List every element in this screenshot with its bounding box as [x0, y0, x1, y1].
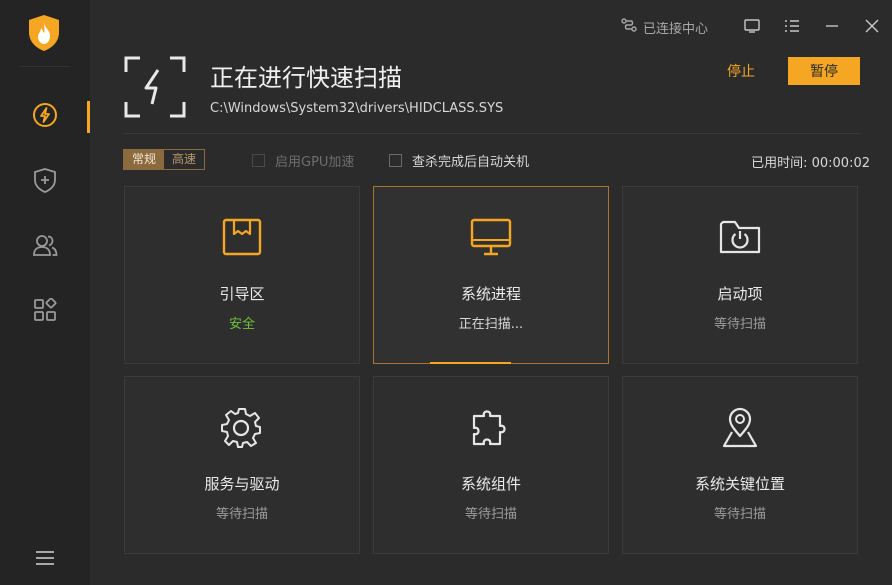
flame-shield-icon — [26, 14, 62, 52]
scan-title: 正在进行快速扫描 — [210, 64, 402, 92]
scan-card-name: 启动项 — [717, 285, 763, 303]
elapsed-time-label: 已用时间: — [751, 156, 808, 171]
scan-card-status: 等待扫描 — [215, 507, 268, 522]
lightning-icon — [32, 102, 58, 132]
sidebar-divider — [20, 66, 70, 67]
scan-card-name: 引导区 — [219, 285, 265, 303]
elapsed-time: 已用时间: 00:00:02 — [751, 152, 870, 171]
shield-plus-icon — [33, 167, 57, 197]
menu-list-button[interactable] — [772, 0, 812, 54]
hamburger-menu-icon — [35, 550, 55, 570]
scan-card-name: 系统关键位置 — [694, 475, 785, 493]
startup-folder-icon — [718, 215, 762, 259]
elapsed-time-value: 00:00:02 — [811, 156, 870, 171]
close-icon — [865, 18, 879, 37]
scan-card-services-drivers[interactable]: 服务与驱动 等待扫描 — [124, 376, 360, 554]
sidebar-item-quick-scan[interactable] — [0, 97, 90, 137]
minimize-icon — [825, 18, 839, 37]
title-bar: 已连接中心 — [621, 0, 892, 54]
scan-progress-track — [374, 362, 608, 364]
main-panel: 已连接中心 正在进行快速扫描 C:\Windows\System32\drive… — [90, 0, 892, 585]
mode-fast-option[interactable]: 高速 — [164, 150, 204, 169]
scan-card-status: 安全 — [228, 317, 255, 332]
gpu-accel-checkbox[interactable] — [252, 154, 265, 167]
gpu-accel-option[interactable]: 启用GPU加速 — [252, 151, 354, 170]
auto-shutdown-checkbox[interactable] — [389, 154, 402, 167]
apps-grid-icon — [33, 297, 57, 326]
scan-card-boot-sector[interactable]: 引导区 安全 — [124, 186, 360, 364]
list-menu-icon — [784, 18, 800, 37]
monitor-message-icon — [744, 18, 760, 37]
main-menu-button[interactable] — [0, 540, 90, 580]
auto-shutdown-label: 查杀完成后自动关机 — [412, 155, 530, 170]
gear-icon — [220, 405, 264, 449]
sidebar — [0, 0, 90, 585]
mode-normal-option[interactable]: 常规 — [124, 150, 165, 169]
scan-card-startup[interactable]: 启动项 等待扫描 — [622, 186, 858, 364]
stop-button[interactable]: 停止 — [716, 57, 766, 85]
scan-card-name: 服务与驱动 — [204, 475, 280, 493]
link-icon — [621, 18, 637, 36]
auto-shutdown-option[interactable]: 查杀完成后自动关机 — [389, 151, 529, 170]
pause-button[interactable]: 暂停 — [788, 57, 860, 85]
scan-mode-toggle: 常规 高速 — [123, 149, 206, 170]
scan-card-status: 等待扫描 — [713, 317, 766, 332]
scan-card-status: 正在扫描... — [458, 317, 524, 332]
location-pin-icon — [718, 405, 762, 449]
close-button[interactable] — [852, 0, 892, 54]
puzzle-icon — [469, 405, 513, 449]
scan-card-status: 等待扫描 — [713, 507, 766, 522]
scan-frame-icon — [124, 56, 186, 118]
scan-card-system-components[interactable]: 系统组件 等待扫描 — [373, 376, 609, 554]
users-icon — [32, 233, 58, 261]
scan-progress-fill — [430, 362, 511, 364]
connect-center-link[interactable]: 已连接中心 — [621, 18, 708, 37]
sidebar-item-protection[interactable] — [0, 162, 90, 202]
scan-card-status: 等待扫描 — [464, 507, 517, 522]
scan-card-key-locations[interactable]: 系统关键位置 等待扫描 — [622, 376, 858, 554]
minimize-button[interactable] — [812, 0, 852, 54]
scan-card-system-process[interactable]: 系统进程 正在扫描... — [373, 186, 609, 364]
feedback-button[interactable] — [732, 0, 772, 54]
gpu-accel-label: 启用GPU加速 — [275, 155, 355, 170]
scan-current-path: C:\Windows\System32\drivers\HIDCLASS.SYS — [210, 101, 504, 116]
sidebar-item-apps[interactable] — [0, 292, 90, 332]
monitor-icon — [469, 215, 513, 259]
header-divider — [124, 133, 860, 134]
boot-sector-icon — [220, 215, 264, 259]
scan-card-name: 系统组件 — [460, 475, 521, 493]
scan-card-name: 系统进程 — [460, 285, 521, 303]
connect-center-label: 已连接中心 — [642, 21, 708, 37]
sidebar-item-users[interactable] — [0, 227, 90, 267]
